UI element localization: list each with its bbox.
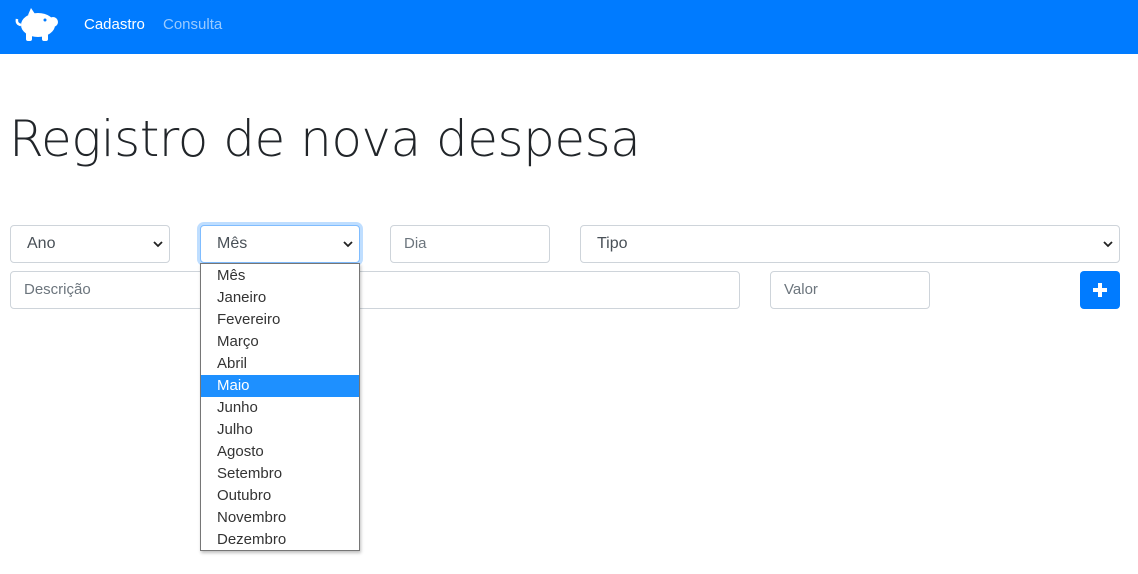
page-title: Registro de nova despesa <box>9 110 641 168</box>
mes-option[interactable]: Julho <box>201 419 359 441</box>
dia-input[interactable]: Dia <box>390 225 550 263</box>
mes-dropdown-list: Mês Janeiro Fevereiro Março Abril Maio J… <box>200 263 360 551</box>
mes-select-value: Mês <box>217 235 248 252</box>
ano-select-value: Ano <box>27 235 56 252</box>
chevron-down-icon <box>343 241 353 248</box>
mes-select[interactable]: Mês <box>200 225 360 263</box>
mes-option[interactable]: Dezembro <box>201 529 359 551</box>
tipo-select-value: Tipo <box>597 235 628 252</box>
valor-input[interactable]: Valor <box>770 271 930 309</box>
mes-option[interactable]: Novembro <box>201 507 359 529</box>
ano-select[interactable]: Ano <box>10 225 170 263</box>
mes-option[interactable]: Setembro <box>201 463 359 485</box>
mes-option[interactable]: Agosto <box>201 441 359 463</box>
mes-option-highlighted[interactable]: Maio <box>201 375 359 397</box>
mes-option[interactable]: Fevereiro <box>201 309 359 331</box>
tipo-select[interactable]: Tipo <box>580 225 1120 263</box>
piggy-bank-icon[interactable] <box>14 6 60 44</box>
add-expense-button[interactable] <box>1080 271 1120 309</box>
mes-option[interactable]: Mês <box>201 265 359 287</box>
mes-option[interactable]: Março <box>201 331 359 353</box>
mes-option[interactable]: Abril <box>201 353 359 375</box>
mes-option[interactable]: Junho <box>201 397 359 419</box>
navbar: Cadastro Consulta <box>0 0 1138 54</box>
plus-icon <box>1093 283 1107 297</box>
chevron-down-icon <box>153 241 163 248</box>
descricao-input[interactable]: Descrição <box>10 271 740 309</box>
nav-link-consulta[interactable]: Consulta <box>163 16 222 34</box>
nav-link-cadastro[interactable]: Cadastro <box>84 16 145 34</box>
chevron-down-icon <box>1103 241 1113 248</box>
mes-option[interactable]: Outubro <box>201 485 359 507</box>
mes-option[interactable]: Janeiro <box>201 287 359 309</box>
